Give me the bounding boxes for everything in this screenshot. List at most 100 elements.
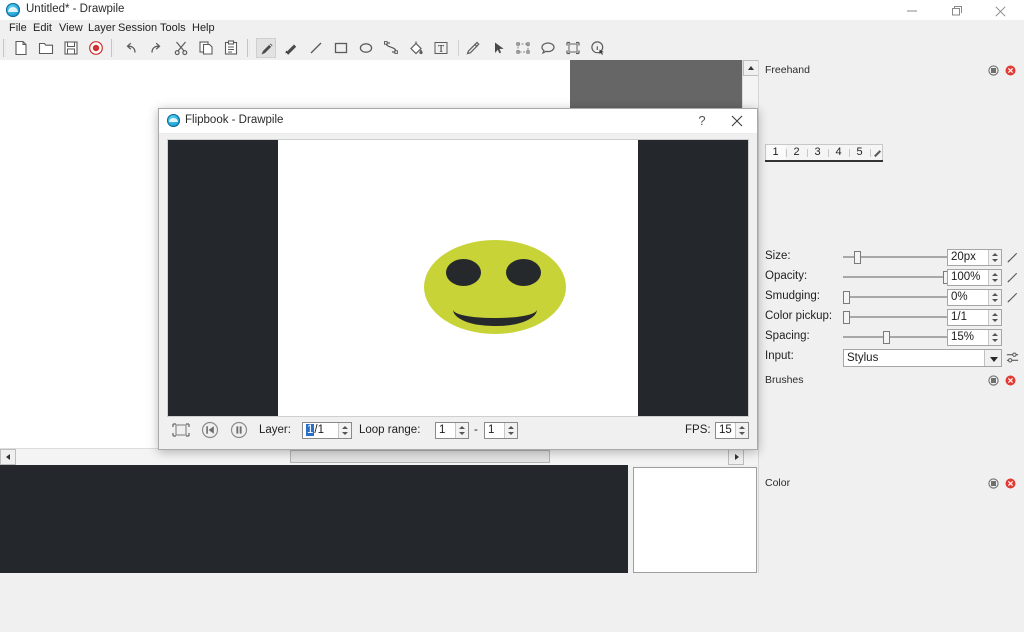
text-tool-button[interactable]: T	[431, 38, 451, 58]
loop-range-label: Loop range:	[359, 424, 421, 436]
close-panel-icon[interactable]	[1005, 478, 1016, 489]
rewind-icon[interactable]	[200, 420, 222, 442]
opacity-slider[interactable]	[843, 268, 951, 286]
brush-slot-eraser[interactable]	[871, 145, 883, 160]
fps-spinner[interactable]: 15	[715, 422, 749, 439]
menu-help[interactable]: Help	[187, 21, 220, 35]
opacity-stepper[interactable]	[988, 270, 1001, 285]
svg-text:T: T	[438, 44, 444, 55]
size-pressure-icon[interactable]	[1005, 250, 1021, 266]
float-panel-icon[interactable]	[988, 375, 999, 386]
float-panel-icon[interactable]	[988, 65, 999, 76]
fill-tool-button[interactable]	[406, 38, 426, 58]
setting-input-row: Input: Stylus	[759, 348, 1024, 368]
ellipse-tool-button[interactable]	[356, 38, 376, 58]
input-settings-icon[interactable]	[1005, 350, 1021, 366]
rectangle-tool-button[interactable]	[331, 38, 351, 58]
toolbar-grip-3[interactable]	[246, 39, 252, 57]
fps-value: 15	[719, 424, 732, 436]
spacing-slider[interactable]	[843, 328, 951, 346]
flipbook-preview-area[interactable]	[167, 139, 749, 417]
layer-spinner[interactable]: 1/1	[302, 422, 352, 439]
paste-button[interactable]	[221, 38, 241, 58]
menu-bar: File Edit View Layer Session Tools Help	[0, 20, 1024, 36]
scroll-up-button[interactable]	[743, 60, 759, 76]
color-pickup-value-spinner[interactable]: 1/1	[947, 309, 1002, 326]
toolbar-grip-2[interactable]	[110, 39, 116, 57]
crop-frame-icon[interactable]	[171, 420, 193, 442]
color-pickup-slider[interactable]	[843, 308, 951, 326]
annotation-tool-button[interactable]	[538, 38, 558, 58]
pause-icon[interactable]	[229, 420, 251, 442]
loop-to-stepper[interactable]	[504, 423, 517, 438]
help-button[interactable]: ?	[691, 112, 713, 130]
toolbar-grip[interactable]	[2, 39, 8, 57]
maximize-button[interactable]	[935, 0, 979, 20]
close-panel-icon[interactable]	[1005, 375, 1016, 386]
brush-slot-4[interactable]: 4	[829, 145, 848, 160]
brush-slot-2[interactable]: 2	[787, 145, 806, 160]
laser-pointer-tool-button[interactable]	[563, 38, 583, 58]
brush-slot-tabs[interactable]: 1 2 3 4 5	[765, 144, 883, 162]
menu-tools[interactable]: Tools	[155, 21, 191, 35]
opacity-pressure-icon[interactable]	[1005, 270, 1021, 286]
size-slider[interactable]	[843, 248, 951, 266]
select-tool-button[interactable]	[488, 38, 508, 58]
opacity-value-spinner[interactable]: 100%	[947, 269, 1002, 286]
layer-stepper[interactable]	[338, 423, 351, 438]
brush-slot-3[interactable]: 3	[808, 145, 827, 160]
line-tool-button[interactable]	[306, 38, 326, 58]
loop-range-from-value: 1	[439, 424, 446, 436]
open-document-button[interactable]	[36, 38, 56, 58]
fps-stepper[interactable]	[735, 423, 748, 438]
menu-edit[interactable]: Edit	[28, 21, 57, 35]
smudging-pressure-icon[interactable]	[1005, 290, 1021, 306]
flipbook-control-bar: Layer: 1/1 Loop range: 1 - 1 FPS: 15	[167, 419, 749, 443]
loop-from-stepper[interactable]	[455, 423, 468, 438]
spacing-value-spinner[interactable]: 15%	[947, 329, 1002, 346]
color-picker-tool-button[interactable]	[463, 38, 483, 58]
chevron-down-icon[interactable]	[984, 350, 1001, 366]
loop-range-to-spinner[interactable]: 1	[484, 422, 518, 439]
new-document-button[interactable]	[11, 38, 31, 58]
minimize-button[interactable]	[890, 0, 934, 20]
flipbook-dialog[interactable]: Flipbook - Drawpile ? Layer: 1/1 Loop ra…	[158, 108, 758, 450]
smudging-slider[interactable]	[843, 288, 951, 306]
smudging-value-spinner[interactable]: 0%	[947, 289, 1002, 306]
record-session-button[interactable]	[86, 38, 106, 58]
loop-range-to-value: 1	[488, 424, 495, 436]
close-panel-icon[interactable]	[1005, 65, 1016, 76]
horizontal-scroll-thumb[interactable]	[290, 450, 550, 463]
color-pickup-stepper[interactable]	[988, 310, 1001, 325]
letterbox-bar-right	[638, 140, 748, 416]
letterbox-bar-left	[168, 140, 278, 416]
canvas-horizontal-scrollbar[interactable]	[0, 448, 758, 465]
loop-range-from-spinner[interactable]: 1	[435, 422, 469, 439]
size-value-spinner[interactable]: 20px	[947, 249, 1002, 266]
bottom-dock-panel[interactable]	[0, 465, 628, 573]
smiley-mouth	[453, 292, 537, 326]
freehand-tool-button[interactable]	[256, 38, 276, 58]
bottom-secondary-panel[interactable]	[633, 467, 757, 573]
eraser-tool-button[interactable]	[281, 38, 301, 58]
transform-tool-button[interactable]	[513, 38, 533, 58]
redo-button[interactable]	[146, 38, 166, 58]
input-select[interactable]: Stylus	[843, 349, 1002, 367]
spacing-stepper[interactable]	[988, 330, 1001, 345]
brush-slot-5[interactable]: 5	[850, 145, 869, 160]
close-button[interactable]	[979, 0, 1023, 20]
flipbook-close-button[interactable]	[725, 112, 749, 130]
bezier-tool-button[interactable]	[381, 38, 401, 58]
inspector-tool-button[interactable]	[588, 38, 608, 58]
save-document-button[interactable]	[61, 38, 81, 58]
copy-button[interactable]	[196, 38, 216, 58]
freehand-panel-title: Freehand	[765, 64, 810, 76]
size-stepper[interactable]	[988, 250, 1001, 265]
cut-button[interactable]	[171, 38, 191, 58]
scroll-right-button[interactable]	[728, 449, 744, 465]
float-panel-icon[interactable]	[988, 478, 999, 489]
scroll-left-button[interactable]	[0, 449, 16, 465]
smudging-stepper[interactable]	[988, 290, 1001, 305]
undo-button[interactable]	[121, 38, 141, 58]
smiley-eye-right	[506, 259, 541, 286]
